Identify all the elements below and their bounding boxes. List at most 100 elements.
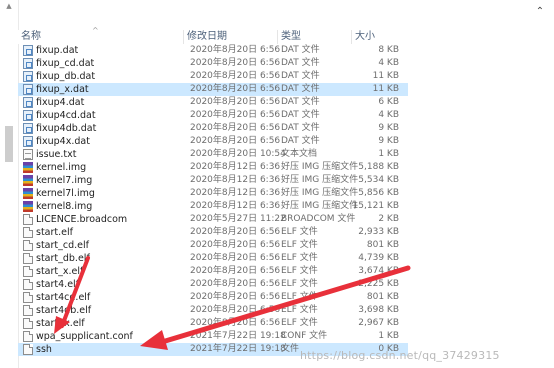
file-name: start_x.elf — [36, 266, 84, 277]
column-date-label: 修改日期 — [187, 31, 227, 42]
file-type: ELF 文件 — [281, 318, 318, 328]
file-name: fixup4cd.dat — [36, 110, 96, 121]
file-date: 2020年8月20日 6:56 — [190, 279, 281, 289]
file-date: 2020年8月12日 6:36 — [190, 188, 281, 198]
file-row[interactable]: fixup4.dat 2020年8月20日 6:56 DAT 文件 6 KB — [18, 96, 408, 109]
file-type: DAT 文件 — [281, 58, 320, 68]
file-row[interactable]: start.elf 2020年8月20日 6:56 ELF 文件 2,933 KB — [18, 226, 408, 239]
navigation-pane-scrollbar[interactable]: ▲ — [0, 0, 19, 368]
column-type-label: 类型 — [281, 31, 301, 42]
file-type: DAT 文件 — [281, 45, 320, 55]
file-row[interactable]: kernel7l.img 2020年8月12日 6:36 好压 IMG 压缩文件 5,… — [18, 187, 408, 200]
archive-file-icon — [23, 175, 33, 186]
file-type: CONF 文件 — [281, 331, 328, 341]
file-name: fixup_x.dat — [36, 84, 89, 95]
file-date: 2020年8月12日 6:36 — [190, 175, 281, 185]
file-name: start.elf — [36, 227, 73, 238]
file-size: 4,739 KB — [358, 253, 399, 263]
scrollbar-thumb[interactable] — [5, 126, 13, 162]
file-size: 5,534 KB — [358, 175, 399, 185]
file-size: 11 KB — [372, 84, 399, 94]
file-date: 2020年8月20日 6:56 — [190, 253, 281, 263]
file-row[interactable]: kernel8.img 2020年8月12日 6:36 好压 IMG 压缩文件 15,… — [18, 200, 408, 213]
file-date: 2020年8月20日 6:56 — [190, 266, 281, 276]
file-row[interactable]: start4cd.elf 2020年8月20日 6:56 ELF 文件 801 KB — [18, 291, 408, 304]
file-row[interactable]: issue.txt 2020年8月20日 10:54 文本文档 1 KB — [18, 148, 408, 161]
file-row[interactable]: kernel7.img 2020年8月12日 6:36 好压 IMG 压缩文件 5,5… — [18, 174, 408, 187]
file-row[interactable]: start_db.elf 2020年8月20日 6:56 ELF 文件 4,739 K… — [18, 252, 408, 265]
file-row[interactable]: fixup4db.dat 2020年8月20日 6:56 DAT 文件 9 KB — [18, 122, 408, 135]
file-size: 801 KB — [366, 240, 399, 250]
file-row[interactable]: fixup4cd.dat 2020年8月20日 6:56 DAT 文件 4 KB — [18, 109, 408, 122]
archive-file-icon — [23, 201, 33, 212]
file-type: ELF 文件 — [281, 305, 318, 315]
file-name: fixup4.dat — [36, 97, 85, 108]
file-row[interactable]: start_x.elf 2020年8月20日 6:56 ELF 文件 3,674 KB — [18, 265, 408, 278]
file-name: wpa_supplicant.conf — [36, 331, 133, 342]
column-type[interactable]: 类型 — [278, 30, 352, 44]
file-date: 2020年8月20日 6:56 — [190, 58, 281, 68]
file-size: 11 KB — [372, 71, 399, 81]
file-name: fixup_db.dat — [36, 71, 96, 82]
column-header: 名称 ^ 修改日期 类型 大小 — [18, 26, 408, 44]
file-type: ELF 文件 — [281, 279, 318, 289]
dat-file-icon — [23, 136, 33, 147]
file-icon — [23, 253, 33, 264]
file-name: start4db.elf — [36, 305, 92, 316]
file-size: 2,933 KB — [358, 227, 399, 237]
file-row[interactable]: start_cd.elf 2020年8月20日 6:56 ELF 文件 801 KB — [18, 239, 408, 252]
file-date: 2021年7月22日 19:18 — [190, 344, 286, 354]
chevron-up-icon[interactable]: ⌃ — [534, 6, 546, 18]
column-size[interactable]: 大小 — [352, 30, 408, 44]
column-date-modified[interactable]: 修改日期 — [184, 30, 278, 44]
file-type: DAT 文件 — [281, 123, 320, 133]
file-type: ELF 文件 — [281, 253, 318, 263]
file-size: 6 KB — [378, 97, 399, 107]
file-row[interactable]: kernel.img 2020年8月12日 6:36 好压 IMG 压缩文件 5,18… — [18, 161, 408, 174]
dat-file-icon — [23, 58, 33, 69]
file-name: kernel8.img — [36, 201, 93, 212]
file-name: issue.txt — [36, 149, 77, 160]
file-name: fixup_cd.dat — [36, 58, 95, 69]
file-type: DAT 文件 — [281, 71, 320, 81]
file-type: ELF 文件 — [281, 240, 318, 250]
file-row[interactable]: start4x.elf 2020年8月20日 6:56 ELF 文件 2,967 KB — [18, 317, 408, 330]
file-row[interactable]: fixup_db.dat 2020年8月20日 6:56 DAT 文件 11 KB — [18, 70, 408, 83]
file-name: start_cd.elf — [36, 240, 89, 251]
file-row[interactable]: fixup.dat 2020年8月20日 6:56 DAT 文件 8 KB — [18, 44, 408, 57]
file-row[interactable]: wpa_supplicant.conf 2021年7月22日 19:18 CONF … — [18, 330, 408, 343]
file-row[interactable]: fixup4x.dat 2020年8月20日 6:56 DAT 文件 9 KB — [18, 135, 408, 148]
file-type: 文件 — [281, 344, 300, 354]
file-icon — [23, 305, 33, 316]
file-size: 5,188 KB — [358, 162, 399, 172]
dat-file-icon — [23, 110, 33, 121]
file-name: fixup4x.dat — [36, 136, 90, 147]
file-row[interactable]: start4db.elf 2020年8月20日 6:56 ELF 文件 3,698 K… — [18, 304, 408, 317]
scroll-up-arrow-icon[interactable]: ▲ — [5, 2, 13, 10]
file-type: 好压 IMG 压缩文件 — [281, 175, 359, 185]
file-type: ELF 文件 — [281, 227, 318, 237]
file-icon — [23, 344, 33, 355]
file-size: 9 KB — [378, 123, 399, 133]
file-type: DAT 文件 — [281, 110, 320, 120]
text-file-icon — [23, 149, 33, 160]
file-icon — [23, 214, 33, 225]
file-row[interactable]: fixup_cd.dat 2020年8月20日 6:56 DAT 文件 4 KB — [18, 57, 408, 70]
file-size: 2,967 KB — [358, 318, 399, 328]
file-row[interactable]: LICENCE.broadcom 2020年5月27日 11:22 BROADCOM… — [18, 213, 408, 226]
file-name: start4cd.elf — [36, 292, 91, 303]
file-date: 2020年8月20日 6:56 — [190, 240, 281, 250]
file-icon — [23, 318, 33, 329]
file-date: 2020年8月20日 6:56 — [190, 123, 281, 133]
file-row[interactable]: start4.elf 2020年8月20日 6:56 ELF 文件 2,225 KB — [18, 278, 408, 291]
file-size: 9 KB — [378, 136, 399, 146]
column-name[interactable]: 名称 ^ — [18, 26, 184, 44]
file-date: 2020年8月20日 6:56 — [190, 318, 281, 328]
file-name: fixup4db.dat — [36, 123, 97, 134]
file-date: 2020年8月20日 6:56 — [190, 292, 281, 302]
file-row[interactable]: fixup_x.dat 2020年8月20日 6:56 DAT 文件 11 KB — [18, 83, 408, 96]
dat-file-icon — [23, 45, 33, 56]
file-size: 5,856 KB — [358, 188, 399, 198]
file-type: ELF 文件 — [281, 266, 318, 276]
file-icon — [23, 331, 33, 342]
